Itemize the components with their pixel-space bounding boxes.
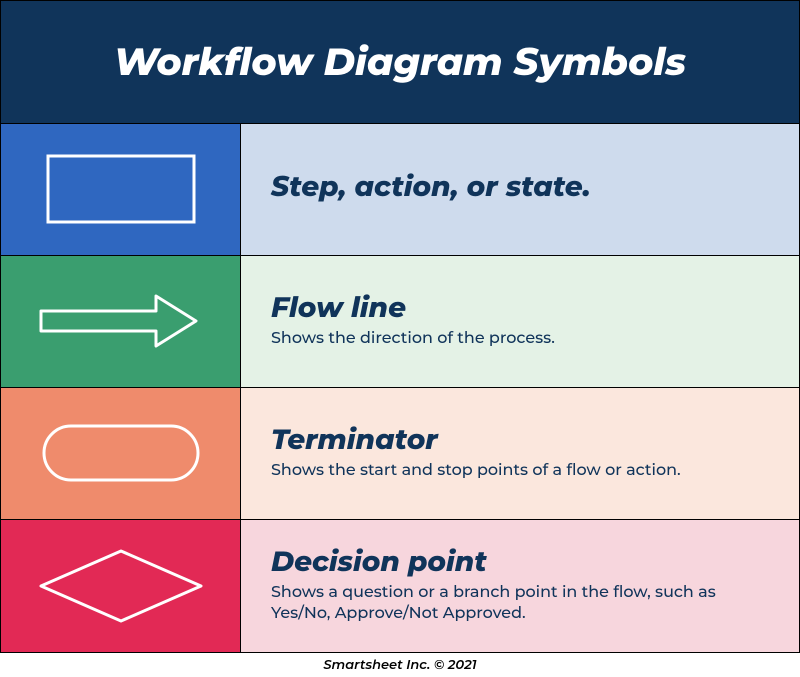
arrow-icon <box>36 286 206 356</box>
row-decision: Decision point Shows a question or a bra… <box>1 520 799 652</box>
symbol-cell-terminator <box>1 388 241 519</box>
decision-sub: Shows a question or a branch point in th… <box>271 582 731 625</box>
desc-cell-flow: Flow line Shows the direction of the pro… <box>241 256 799 387</box>
symbol-cell-step <box>1 124 241 255</box>
flow-title: Flow line <box>271 293 769 324</box>
desc-cell-step: Step, action, or state. <box>241 124 799 255</box>
page-title: Workflow Diagram Symbols <box>1 1 799 124</box>
flow-sub: Shows the direction of the process. <box>271 328 731 350</box>
footer-credit: Smartsheet Inc. © 2021 <box>0 653 800 675</box>
desc-cell-decision: Decision point Shows a question or a bra… <box>241 520 799 652</box>
terminator-title: Terminator <box>271 425 769 456</box>
symbol-cell-decision <box>1 520 241 652</box>
terminator-icon <box>41 423 201 483</box>
diamond-icon <box>36 546 206 626</box>
row-step: Step, action, or state. <box>1 124 799 256</box>
row-flow: Flow line Shows the direction of the pro… <box>1 256 799 388</box>
terminator-sub: Shows the start and stop points of a flo… <box>271 460 731 482</box>
diagram-container: Workflow Diagram Symbols Step, action, o… <box>0 0 800 653</box>
row-terminator: Terminator Shows the start and stop poin… <box>1 388 799 520</box>
desc-cell-terminator: Terminator Shows the start and stop poin… <box>241 388 799 519</box>
rectangle-icon <box>46 154 196 224</box>
decision-title: Decision point <box>271 547 769 578</box>
symbol-cell-flow <box>1 256 241 387</box>
step-title: Step, action, or state. <box>271 172 769 203</box>
